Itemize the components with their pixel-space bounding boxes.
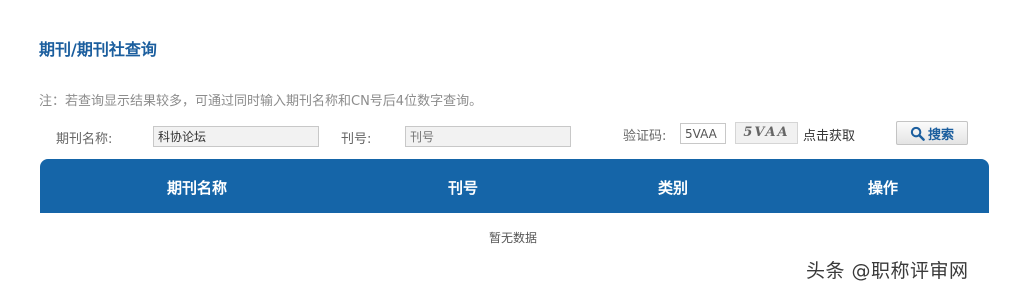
- results-table-header: 期刊名称 刊号 类别 操作: [40, 159, 989, 213]
- page-title: 期刊/期刊社查询: [39, 40, 157, 59]
- search-button-label: 搜索: [927, 127, 954, 143]
- refresh-captcha-link[interactable]: 点击获取: [803, 125, 855, 144]
- watermark: 头条 @职称评审网: [806, 260, 969, 282]
- empty-state-text: 暂无数据: [489, 231, 538, 245]
- journal-name-label: 期刊名称:: [56, 132, 113, 147]
- column-header-journal-name: 期刊名称: [167, 179, 228, 197]
- captcha-image[interactable]: 5VAA: [735, 122, 798, 144]
- search-notice: 注：若查询显示结果较多，可通过同时输入期刊名称和CN号后4位数字查询。: [39, 94, 483, 109]
- issue-number-input[interactable]: [405, 126, 571, 147]
- journal-name-input[interactable]: [153, 126, 319, 147]
- captcha-input[interactable]: [680, 123, 726, 144]
- column-header-issue-number: 刊号: [448, 179, 479, 197]
- search-icon: [910, 126, 925, 141]
- captcha-label: 验证码:: [623, 129, 667, 144]
- column-header-category: 类别: [658, 179, 689, 197]
- search-button[interactable]: 搜索: [896, 121, 968, 145]
- column-header-actions: 操作: [868, 179, 899, 197]
- issue-number-label: 刊号:: [341, 132, 372, 147]
